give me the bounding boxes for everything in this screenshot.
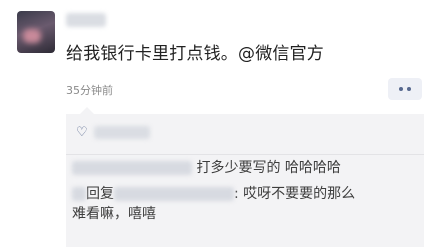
like-names-redacted[interactable]: [93, 126, 150, 139]
reply-label: 回复: [86, 186, 114, 202]
comment-text-continued: 难看嘛，嘻嘻: [72, 206, 156, 222]
more-dots-icon: [399, 87, 403, 91]
nickname-redacted[interactable]: [66, 13, 106, 27]
reply-target-redacted[interactable]: [114, 187, 234, 201]
comment-text: : 哎呀不要要的那么: [234, 186, 356, 202]
heart-icon: ♡: [76, 125, 88, 140]
commenter-name-redacted[interactable]: [72, 161, 192, 175]
avatar[interactable]: [17, 11, 55, 53]
commenter-name-redacted[interactable]: [72, 187, 86, 201]
like-row: ♡: [76, 126, 150, 139]
more-button[interactable]: [388, 78, 422, 100]
comment-text: 打多少要写的 哈哈哈哈: [196, 160, 341, 176]
comment-item[interactable]: 打多少要写的 哈哈哈哈: [72, 158, 341, 178]
divider: [66, 154, 424, 155]
post-time: 35分钟前: [66, 84, 113, 97]
comment-item[interactable]: 回复 : 哎呀不要要的那么: [72, 184, 355, 204]
post-text: 给我银行卡里打点钱。@微信官方: [66, 44, 324, 64]
comment-box: ♡ 打多少要写的 哈哈哈哈 回复 : 哎呀不要要的那么 难看嘛，嘻嘻: [66, 107, 424, 247]
